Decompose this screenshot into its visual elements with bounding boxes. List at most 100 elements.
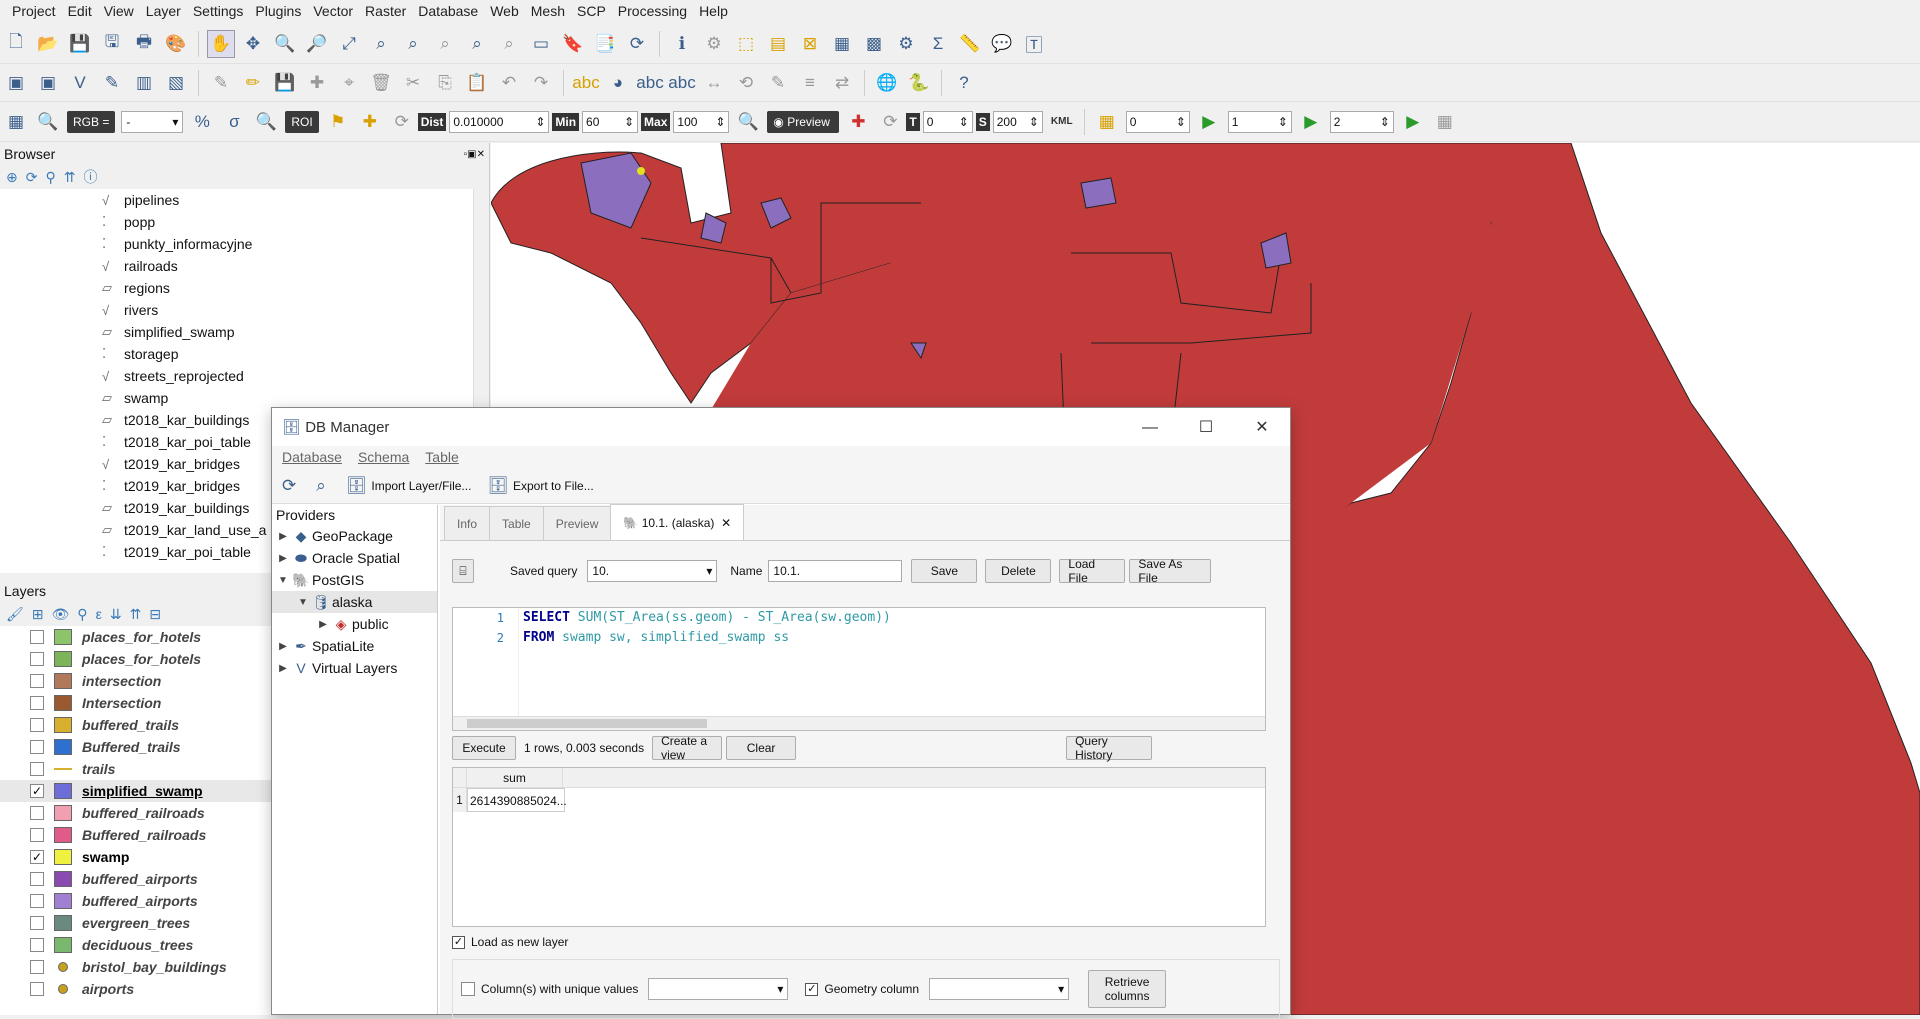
provider-item[interactable]: ▶ ◈ public [272, 613, 437, 635]
select-by-value-icon[interactable]: ▤ [764, 30, 792, 58]
layer-item[interactable]: buffered_trails [0, 714, 274, 736]
save-as-icon[interactable]: 🖫 [98, 30, 126, 58]
menu-database[interactable]: Database [412, 3, 484, 19]
menu-database[interactable]: Database [282, 449, 342, 465]
browser-item[interactable]: √ pipelines [0, 189, 489, 211]
menu-scp[interactable]: SCP [571, 3, 612, 19]
unique-columns-select[interactable]: ▾ [648, 978, 789, 1000]
change-label-icon[interactable]: ✎ [764, 69, 792, 97]
pan-icon[interactable]: ✋ [207, 29, 235, 58]
chevron-right-icon[interactable]: ▶ [276, 663, 290, 674]
new-geopackage-icon[interactable]: ▣ [34, 69, 62, 97]
layer-visibility-checkbox[interactable] [30, 938, 44, 952]
delete-button[interactable]: Delete [985, 559, 1052, 583]
add-wms-icon[interactable]: ▧ [162, 69, 190, 97]
scp-main-icon[interactable]: ▦ [2, 108, 30, 136]
field-calculator-icon[interactable]: ▩ [860, 30, 888, 58]
layer-visibility-checkbox[interactable]: ✓ [30, 850, 44, 864]
label-props-icon[interactable]: ≡ [796, 69, 824, 97]
sql-window-button[interactable]: ⌕ [316, 476, 330, 496]
layer-item[interactable]: buffered_airports [0, 868, 274, 890]
tab-table[interactable]: Table [489, 506, 544, 540]
saved-query-select[interactable]: 10. ▾ [587, 560, 718, 582]
preview-zoom-icon[interactable]: 🔍 [734, 108, 762, 136]
roi-redo-icon[interactable]: ⟳ [388, 108, 416, 136]
menu-plugins[interactable]: Plugins [249, 3, 307, 19]
layer-item[interactable]: Intersection [0, 692, 274, 714]
zoom-full-icon[interactable]: ⤢ [335, 30, 363, 58]
kml-export-icon[interactable]: KML [1048, 108, 1076, 136]
browser-item[interactable]: √ railroads [0, 255, 489, 277]
layer-item[interactable]: places_for_hotels [0, 648, 274, 670]
refresh-icon[interactable]: ⟳ [623, 30, 651, 58]
menu-web[interactable]: Web [484, 3, 525, 19]
layer-styling-icon[interactable]: 🖌 [6, 606, 24, 623]
layer-item[interactable]: deciduous_trees [0, 934, 274, 956]
bookmark-icon[interactable]: 🔖 [559, 30, 587, 58]
layer-visibility-checkbox[interactable] [30, 696, 44, 710]
band-set-icon[interactable]: ▦ [1093, 108, 1121, 136]
browser-item[interactable]: ⁚ storagep [0, 343, 489, 365]
menu-table[interactable]: Table [425, 449, 458, 465]
geometry-column-select[interactable]: ▾ [929, 978, 1070, 1000]
layer-visibility-checkbox[interactable] [30, 806, 44, 820]
rotate-label-icon[interactable]: ⟲ [732, 69, 760, 97]
browser-item[interactable]: ▱ swamp [0, 387, 489, 409]
chevron-right-icon[interactable]: ▶ [316, 619, 330, 630]
layer-visibility-checkbox[interactable] [30, 718, 44, 732]
local-standard-icon[interactable]: σ [220, 108, 248, 136]
new-project-icon[interactable]: 🗋 [2, 30, 30, 58]
chevron-down-icon[interactable]: ▼ [296, 597, 310, 608]
filter-browser-icon[interactable]: ⚲ [45, 169, 55, 186]
name-input[interactable]: 10.1. [768, 560, 903, 582]
layer-visibility-checkbox[interactable] [30, 762, 44, 776]
menu-schema[interactable]: Schema [358, 449, 409, 465]
layer-item[interactable]: evergreen_trees [0, 912, 274, 934]
delete-selected-icon[interactable]: 🗑 [367, 69, 395, 97]
provider-item[interactable]: ▼ 🐘 PostGIS [272, 569, 437, 591]
processing-toolbox-icon[interactable]: ⚙ [892, 30, 920, 58]
toggle-edit-icon[interactable]: ✏ [239, 69, 267, 97]
save-project-icon[interactable]: 💾 [66, 30, 94, 58]
label-icon[interactable]: abc [572, 69, 600, 97]
sql-hscrollbar[interactable] [453, 716, 1265, 730]
add-selected-icon[interactable]: ⊕ [6, 169, 18, 186]
show-hide-label-icon[interactable]: abc [668, 69, 696, 97]
new-map-view-icon[interactable]: ▭ [527, 30, 555, 58]
measure-icon[interactable]: 📏 [956, 30, 984, 58]
refresh-browser-icon[interactable]: ⟳ [26, 169, 38, 186]
sql-builder-icon[interactable]: ⌸ [452, 559, 474, 583]
zoom-next-icon[interactable]: ⌕ [495, 30, 523, 58]
layer-visibility-checkbox[interactable]: ✓ [30, 784, 44, 798]
remove-layer-icon[interactable]: ⊟ [149, 606, 161, 623]
map-tips-icon[interactable]: 💬 [988, 30, 1016, 58]
provider-item[interactable]: ▶ V Virtual Layers [272, 657, 437, 679]
local-cumulative-icon[interactable]: % [188, 108, 216, 136]
layer-visibility-checkbox[interactable] [30, 916, 44, 930]
band-next-icon-3[interactable]: ▶ [1399, 108, 1427, 136]
clear-button[interactable]: Clear [726, 736, 797, 760]
s-spinbox[interactable]: 200 ⇕ [992, 110, 1043, 133]
band-spinbox-1[interactable]: 0 ⇕ [1125, 110, 1190, 133]
identify-icon[interactable]: ℹ [668, 30, 696, 58]
roi-add-icon[interactable]: ✚ [356, 108, 384, 136]
expand-all-icon[interactable]: ⇊ [110, 606, 122, 623]
tab-preview[interactable]: Preview [542, 506, 612, 540]
import-layer-button[interactable]: 🗄 Import Layer/File... [346, 476, 472, 496]
help-icon[interactable]: ? [950, 69, 978, 97]
move-diagram-icon[interactable]: ⇄ [828, 69, 856, 97]
zoom-out-icon[interactable]: 🔎 [303, 30, 331, 58]
sql-editor[interactable]: 12 SELECT SUM(ST_Area(ss.geom) - ST_Area… [452, 607, 1266, 731]
data-source-manager-icon[interactable]: ▣ [2, 69, 30, 97]
diagram-icon[interactable]: ◕ [604, 69, 632, 97]
undo-icon[interactable]: ↶ [495, 69, 523, 97]
save-edits-icon[interactable]: 💾 [271, 69, 299, 97]
browser-item[interactable]: ▱ simplified_swamp [0, 321, 489, 343]
layer-item[interactable]: ✓ swamp [0, 846, 274, 868]
pin-label-icon[interactable]: abc [636, 69, 664, 97]
select-features-icon[interactable]: ⬚ [732, 30, 760, 58]
maximize-button[interactable]: ☐ [1178, 417, 1234, 437]
layer-item[interactable]: intersection [0, 670, 274, 692]
layer-visibility-checkbox[interactable] [30, 960, 44, 974]
zoom-in-icon[interactable]: 🔍 [271, 30, 299, 58]
